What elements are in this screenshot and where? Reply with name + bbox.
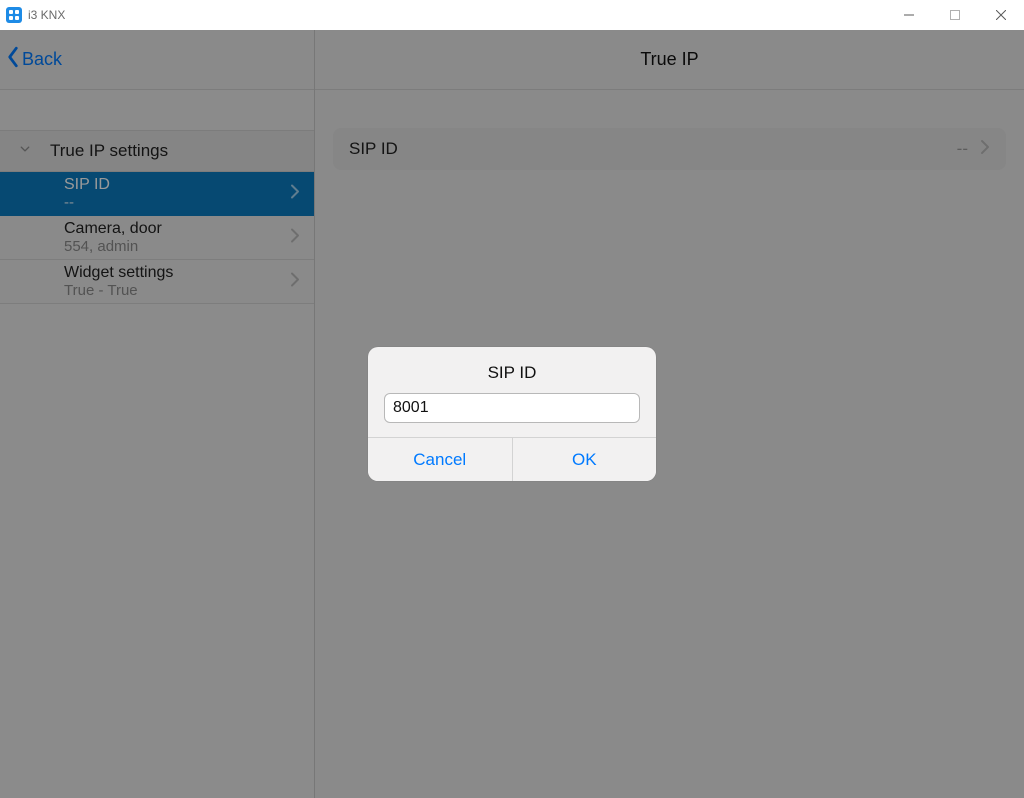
- titlebar-left: i3 KNX: [6, 7, 65, 23]
- ok-button[interactable]: OK: [512, 438, 657, 481]
- dialog-title: SIP ID: [368, 347, 656, 393]
- dialog-input-wrap: [368, 393, 656, 437]
- dialog-buttons: Cancel OK: [368, 437, 656, 481]
- window-maximize-button[interactable]: [932, 0, 978, 30]
- cancel-label: Cancel: [413, 450, 466, 470]
- app-icon: [6, 7, 22, 23]
- window-titlebar: i3 KNX: [0, 0, 1024, 30]
- cancel-button[interactable]: Cancel: [368, 438, 512, 481]
- app-root: Back True IP settings SIP ID -- Camera, …: [0, 30, 1024, 798]
- window-minimize-button[interactable]: [886, 0, 932, 30]
- sip-id-dialog: SIP ID Cancel OK: [368, 347, 656, 481]
- window-controls: [886, 0, 1024, 30]
- ok-label: OK: [572, 450, 597, 470]
- window-title: i3 KNX: [28, 8, 65, 22]
- window-close-button[interactable]: [978, 0, 1024, 30]
- modal-overlay: SIP ID Cancel OK: [0, 30, 1024, 798]
- sip-id-input[interactable]: [384, 393, 640, 423]
